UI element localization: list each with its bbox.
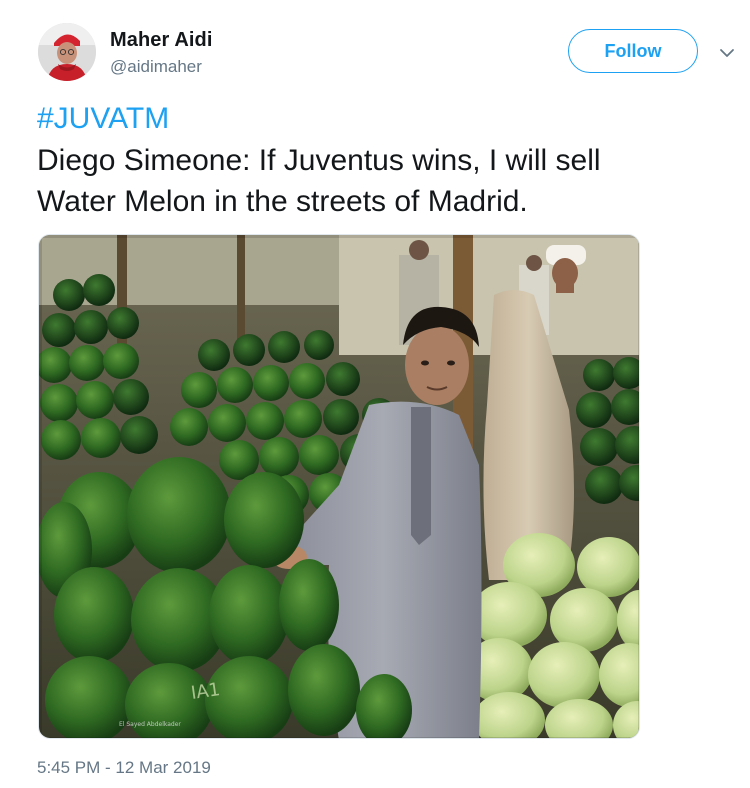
hashtag-link[interactable]: #JUVATM <box>37 100 169 138</box>
tweet-text-line: Water Melon in the streets of Madrid. <box>37 185 528 218</box>
author-display-name[interactable]: Maher Aidi <box>110 29 213 52</box>
watermelon-market-image <box>39 235 639 738</box>
tweet-card: Maher Aidi @aidimaher Follow #JUVATM Die… <box>0 0 750 788</box>
tweet-timestamp[interactable]: 5:45 PM - 12 Mar 2019 <box>37 758 211 778</box>
tweet-photo[interactable]: IA1 El Sayed Abdelkader <box>38 234 640 739</box>
tweet-text-line: Diego Simeone: If Juventus wins, I will … <box>37 144 601 177</box>
follow-button[interactable]: Follow <box>568 29 698 73</box>
chevron-down-icon[interactable] <box>716 42 738 64</box>
photo-watermark: El Sayed Abdelkader <box>119 721 181 728</box>
author-handle[interactable]: @aidimaher <box>110 57 202 77</box>
photo-sign-text: IA1 <box>189 679 222 704</box>
avatar-photo <box>38 23 96 81</box>
tweet-text: Diego Simeone: If Juventus wins, I will … <box>37 140 717 222</box>
author-avatar[interactable] <box>38 23 96 81</box>
